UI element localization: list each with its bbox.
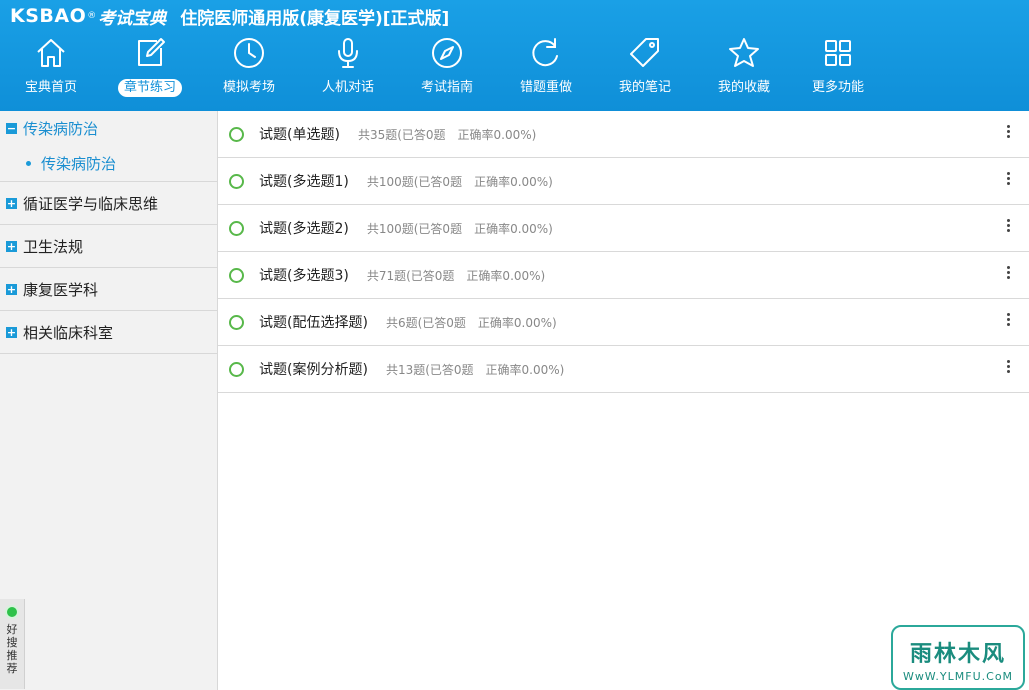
item-name: 试题(多选题3): [259, 268, 349, 284]
more-options-icon[interactable]: [1003, 311, 1013, 331]
nav-label: 我的笔记: [618, 80, 671, 95]
tag-icon: [630, 38, 659, 67]
home-icon: [37, 39, 65, 67]
compass-icon: [432, 38, 462, 68]
sidebar-subitem-infectious-disease[interactable]: 传染病防治: [0, 145, 217, 182]
list-item[interactable]: 试题(多选题3) 共71题(已答0题 正确率0.00%): [218, 252, 1029, 299]
expand-icon[interactable]: +: [6, 326, 17, 338]
radio-circle-icon[interactable]: [229, 267, 244, 283]
nav-wrong-redo[interactable]: 错题重做: [498, 36, 594, 106]
logo-chinese: 考试宝典: [98, 8, 167, 29]
expand-icon[interactable]: +: [6, 240, 17, 252]
list-item[interactable]: 试题(多选题2) 共100题(已答0题 正确率0.00%): [218, 205, 1029, 252]
nav-label: 我的收藏: [717, 80, 770, 95]
sidebar-group-related-clinical[interactable]: + 相关临床科室: [0, 311, 217, 354]
list-item[interactable]: 试题(单选题) 共35题(已答0题 正确率0.00%): [218, 111, 1029, 158]
item-name: 试题(单选题): [259, 127, 340, 143]
collapse-icon[interactable]: −: [6, 122, 17, 134]
more-options-icon[interactable]: [1003, 123, 1013, 143]
recommend-char: 好: [6, 623, 18, 636]
more-options-icon[interactable]: [1003, 170, 1013, 190]
sidebar-group-rehab-medicine[interactable]: + 康复医学科: [0, 268, 217, 311]
sidebar-group-label: 康复医学科: [23, 280, 99, 299]
watermark-url: WwW.YLMFU.CoM: [902, 670, 1014, 683]
app-header: KSBAO ® 考试宝典 住院医师通用版(康复医学)[正式版] 宝典首页 章节练…: [0, 0, 1029, 111]
expand-icon[interactable]: +: [6, 283, 17, 295]
item-stats: 共71题(已答0题 正确率0.00%): [366, 268, 546, 283]
microphone-icon: [338, 38, 358, 68]
nav-label: 人机对话: [321, 80, 374, 95]
radio-circle-icon[interactable]: [229, 173, 244, 189]
recommend-char: 推: [6, 649, 18, 662]
nav-label: 更多功能: [811, 80, 864, 95]
nav-mock-exam[interactable]: 模拟考场: [201, 36, 297, 106]
item-stats: 共100题(已答0题 正确率0.00%): [366, 221, 553, 236]
sidebar-group-evidence-medicine[interactable]: + 循证医学与临床思维: [0, 182, 217, 225]
more-options-icon[interactable]: [1003, 217, 1013, 237]
sidebar-group-label: 传染病防治: [23, 119, 99, 138]
radio-circle-icon[interactable]: [229, 126, 244, 142]
logo-registered-mark: ®: [87, 11, 97, 21]
nav-dialogue[interactable]: 人机对话: [300, 36, 396, 106]
sidebar-group-label: 相关临床科室: [23, 323, 114, 342]
watermark-title: 雨林木风: [909, 642, 1006, 667]
item-name: 试题(案例分析题): [259, 362, 368, 378]
expand-icon[interactable]: +: [6, 197, 17, 209]
bullet-icon: [26, 160, 31, 166]
sidebar-subitem-label: 传染病防治: [41, 154, 117, 173]
item-name: 试题(配伍选择题): [259, 315, 368, 331]
item-stats: 共35题(已答0题 正确率0.00%): [357, 127, 537, 142]
nav-exam-guide[interactable]: 考试指南: [399, 36, 495, 106]
clock-icon: [234, 38, 264, 68]
logo: KSBAO: [10, 5, 87, 27]
item-stats: 共6题(已答0题 正确率0.00%): [385, 315, 557, 330]
nav-my-favorites[interactable]: 我的收藏: [696, 36, 792, 106]
chapter-sidebar: − 传染病防治 传染病防治 + 循证医学与临床思维 + 卫生法规 + 康复医学科…: [0, 111, 218, 690]
item-stats: 共100题(已答0题 正确率0.00%): [366, 174, 553, 189]
site-watermark: 雨林木风 WwW.YLMFU.CoM: [891, 625, 1025, 690]
more-options-icon[interactable]: [1003, 264, 1013, 284]
nav-my-notes[interactable]: 我的笔记: [597, 36, 693, 106]
main-nav: 宝典首页 章节练习 模拟考场 人机对话 考试指南 错题重做 我的笔记 我的收藏 …: [0, 36, 1029, 106]
item-name: 试题(多选题2): [259, 221, 349, 237]
nav-chapter-practice[interactable]: 章节练习: [102, 36, 198, 106]
status-dot-icon: [5, 605, 19, 619]
nav-label: 宝典首页: [24, 80, 77, 95]
recommend-widget[interactable]: 好 搜 推 荐: [0, 599, 25, 689]
nav-label: 错题重做: [519, 80, 572, 95]
sidebar-group-label: 循证医学与临床思维: [23, 194, 159, 213]
grid-icon: [825, 40, 851, 66]
radio-circle-icon[interactable]: [229, 361, 244, 377]
radio-circle-icon[interactable]: [229, 220, 244, 236]
nav-label: 章节练习: [117, 79, 182, 97]
item-name: 试题(多选题1): [259, 174, 349, 190]
title-bar: KSBAO ® 考试宝典 住院医师通用版(康复医学)[正式版]: [10, 4, 450, 29]
nav-label: 模拟考场: [222, 80, 275, 95]
list-item[interactable]: 试题(配伍选择题) 共6题(已答0题 正确率0.00%): [218, 299, 1029, 346]
recommend-char: 搜: [6, 636, 18, 649]
recommend-char: 荐: [6, 662, 18, 675]
sidebar-group-label: 卫生法规: [23, 237, 84, 256]
star-icon: [729, 38, 759, 67]
question-set-list: 试题(单选题) 共35题(已答0题 正确率0.00%) 试题(多选题1) 共10…: [218, 111, 1029, 690]
list-item[interactable]: 试题(多选题1) 共100题(已答0题 正确率0.00%): [218, 158, 1029, 205]
edit-icon: [138, 38, 165, 66]
nav-home[interactable]: 宝典首页: [3, 36, 99, 106]
radio-circle-icon[interactable]: [229, 314, 244, 330]
nav-label: 考试指南: [420, 80, 473, 95]
more-options-icon[interactable]: [1003, 358, 1013, 378]
list-item[interactable]: 试题(案例分析题) 共13题(已答0题 正确率0.00%): [218, 346, 1029, 393]
sidebar-group-infectious-disease[interactable]: − 传染病防治: [0, 111, 217, 145]
item-stats: 共13题(已答0题 正确率0.00%): [385, 362, 565, 377]
sidebar-group-health-law[interactable]: + 卫生法规: [0, 225, 217, 268]
refresh-icon: [532, 38, 558, 67]
nav-more-functions[interactable]: 更多功能: [790, 36, 886, 106]
app-title: 住院医师通用版(康复医学)[正式版]: [180, 8, 450, 29]
